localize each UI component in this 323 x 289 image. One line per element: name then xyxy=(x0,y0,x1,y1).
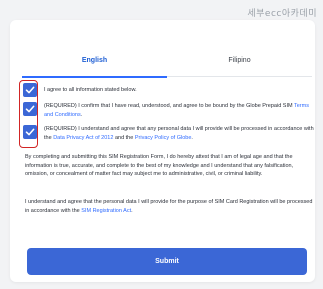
checkbox-data-privacy[interactable] xyxy=(23,125,37,139)
sim-registration-text: I understand and agree that the personal… xyxy=(25,199,313,214)
sim-registration-paragraph: I understand and agree that the personal… xyxy=(25,198,314,215)
tab-english[interactable]: English xyxy=(22,50,167,78)
checkbox-agree-all-label: I agree to all information stated below. xyxy=(44,87,137,93)
watermark-text: 세부ecc아카데미 xyxy=(247,9,317,19)
sim-registration-act-link[interactable]: SIM Registration Act xyxy=(81,208,131,214)
checkbox-data-privacy-label: (REQUIRED) I understand and agree that a… xyxy=(44,125,314,142)
submit-button[interactable]: Submit xyxy=(27,248,307,275)
sim-registration-text-end: . xyxy=(131,207,133,214)
terms-text: (REQUIRED) I confirm that I have read, u… xyxy=(44,103,294,109)
data-privacy-act-link[interactable]: Data Privacy Act of 2012 xyxy=(53,135,113,141)
language-tabs: English Filipino xyxy=(22,50,312,78)
privacy-text-end: . xyxy=(191,134,193,141)
check-icon xyxy=(25,128,35,136)
tab-filipino[interactable]: Filipino xyxy=(167,50,312,77)
privacy-policy-link[interactable]: Privacy Policy of Globe xyxy=(135,135,192,141)
terms-text-end: . xyxy=(80,111,83,118)
privacy-text-middle: and the xyxy=(113,134,135,141)
checkbox-terms-label: (REQUIRED) I confirm that I have read, u… xyxy=(44,102,314,119)
checkbox-agree-all[interactable] xyxy=(23,83,37,97)
attestation-paragraph: By completing and submitting this SIM Re… xyxy=(25,154,294,177)
check-icon xyxy=(25,86,35,94)
check-icon xyxy=(25,105,35,113)
checkbox-terms[interactable] xyxy=(23,102,37,116)
